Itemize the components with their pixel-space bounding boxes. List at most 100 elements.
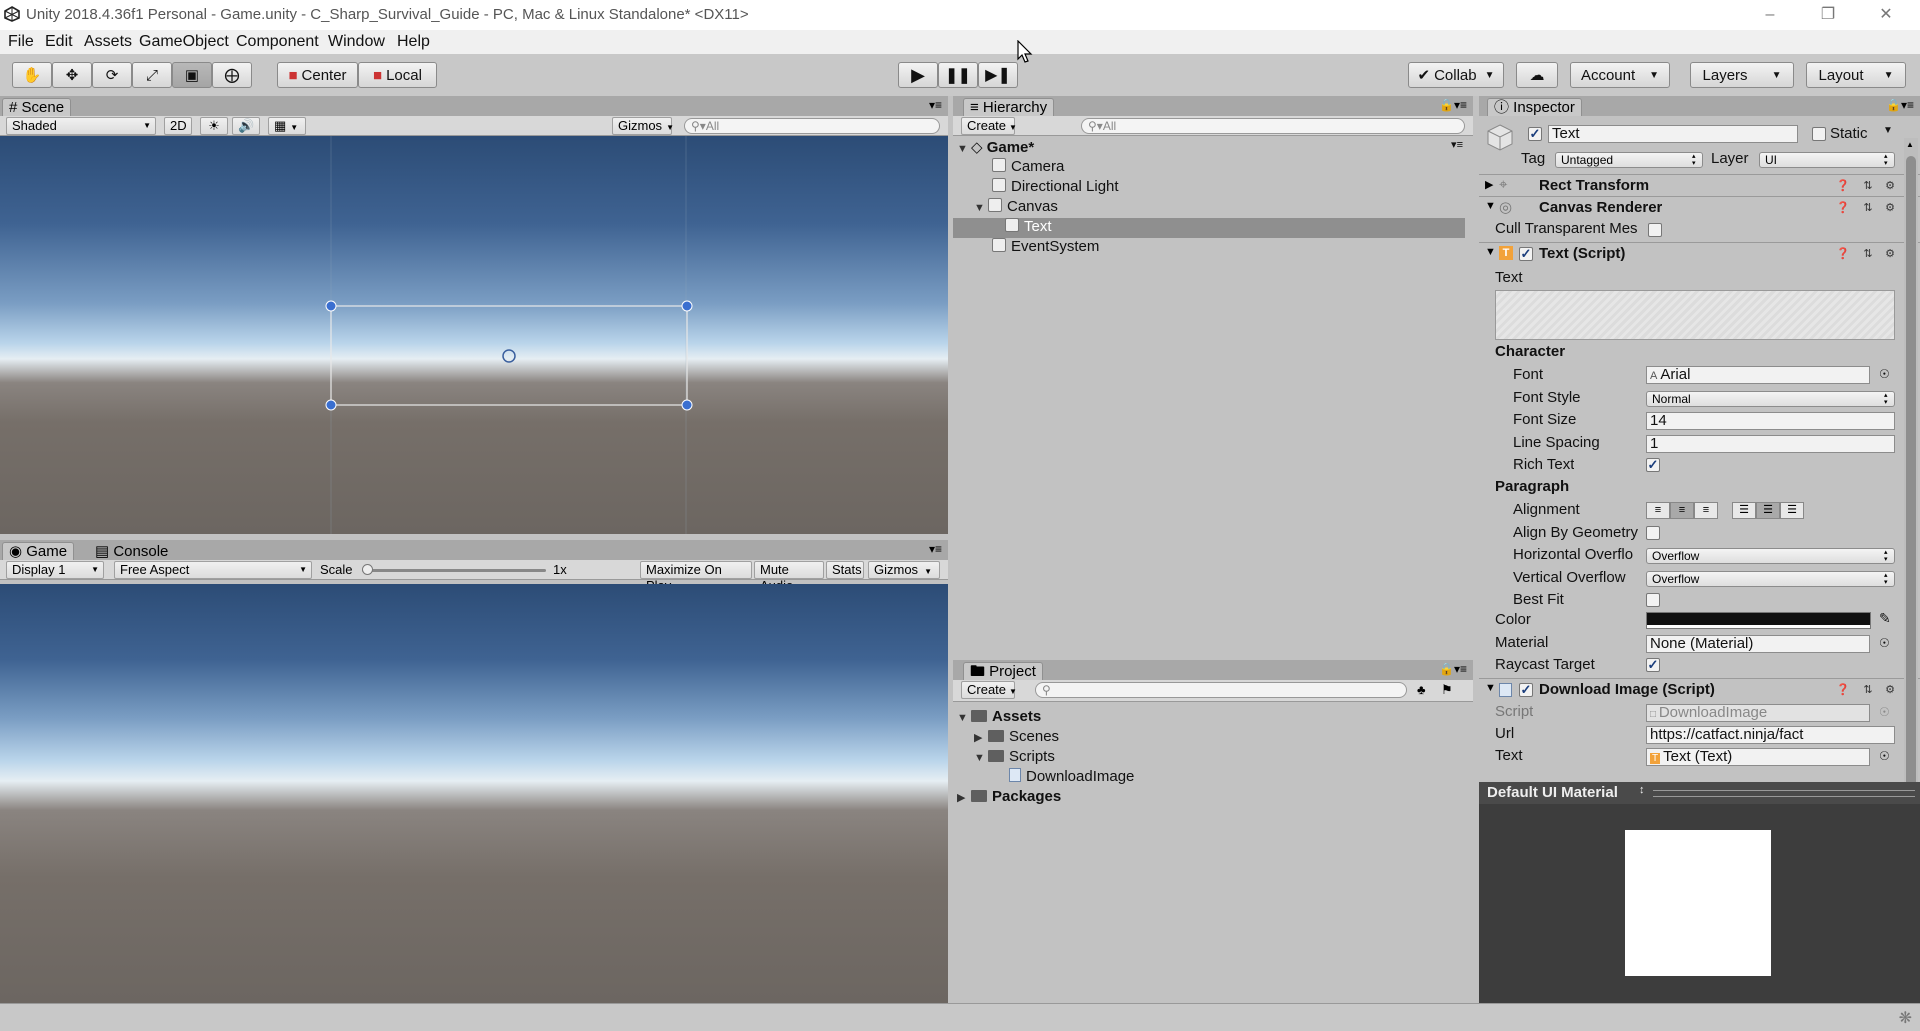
material-preview-header[interactable]: Default UI Material ↕ — [1479, 782, 1920, 804]
object-picker-icon[interactable]: ☉ — [1879, 367, 1890, 381]
object-picker-icon[interactable]: ☉ — [1879, 749, 1890, 763]
hierarchy-item-text-selected[interactable]: Text — [953, 218, 1465, 238]
text-script-header[interactable]: ▼ T ✓ Text (Script) ❓ ⇅ ⚙ — [1479, 242, 1920, 264]
object-name-input[interactable]: Text — [1548, 125, 1798, 143]
material-object-field[interactable]: None (Material) — [1646, 635, 1870, 653]
filter-type-icon[interactable]: ♣ — [1417, 682, 1426, 697]
pause-button[interactable]: ❚❚ — [938, 62, 978, 88]
shading-dropdown[interactable]: Shaded ▼ — [6, 117, 156, 135]
expand-icon[interactable]: ▶ — [1485, 178, 1493, 191]
menu-assets[interactable]: Assets — [84, 33, 132, 51]
expand-icon[interactable]: ▼ — [957, 143, 971, 155]
gear-icon[interactable]: ⚙ — [1883, 179, 1897, 193]
scene-menu-icon[interactable]: ▾≡ — [1451, 138, 1463, 151]
close-icon[interactable]: ✕ — [1875, 4, 1897, 26]
object-picker-icon[interactable]: ☉ — [1879, 636, 1890, 650]
layer-dropdown[interactable]: UI — [1759, 152, 1895, 168]
scrollbar-thumb[interactable] — [1906, 156, 1916, 806]
horizontal-overflow-dropdown[interactable]: Overflow — [1646, 548, 1895, 564]
expand-icon[interactable]: ▼ — [957, 712, 971, 724]
play-button[interactable]: ▶ — [898, 62, 938, 88]
corner-handle[interactable] — [681, 399, 693, 411]
scene-gizmos-dropdown[interactable]: Gizmos ▼ — [612, 117, 674, 135]
stats-toggle[interactable]: Stats — [826, 561, 864, 579]
static-checkbox[interactable] — [1812, 127, 1826, 141]
menu-help[interactable]: Help — [397, 33, 430, 51]
align-center-icon[interactable]: ≡ — [1670, 502, 1694, 519]
project-folder-scripts[interactable]: ▼ Scripts — [957, 748, 1469, 768]
rich-text-checkbox[interactable]: ✓ — [1646, 458, 1660, 472]
layers-dropdown[interactable]: Layers ▼ — [1690, 62, 1794, 88]
tag-dropdown[interactable]: Untagged — [1555, 152, 1703, 168]
raycast-target-checkbox[interactable]: ✓ — [1646, 658, 1660, 672]
font-style-dropdown[interactable]: Normal — [1646, 391, 1895, 407]
vertical-overflow-dropdown[interactable]: Overflow — [1646, 571, 1895, 587]
lighting-toggle[interactable]: ☀ — [200, 117, 228, 135]
restore-icon[interactable]: ❐ — [1817, 4, 1839, 26]
aspect-dropdown[interactable]: Free Aspect ▼ — [114, 561, 312, 579]
effects-dropdown[interactable]: ▦ ▼ — [268, 117, 306, 135]
preview-drag-handle[interactable] — [1653, 790, 1915, 797]
scene-viewport[interactable] — [0, 136, 948, 534]
filter-label-icon[interactable]: ⚑ — [1441, 682, 1453, 698]
gear-icon[interactable]: ⚙ — [1883, 683, 1897, 697]
rotate-tool-button[interactable]: ⟳ — [92, 62, 132, 88]
game-viewport[interactable] — [0, 584, 948, 1003]
tab-console[interactable]: ▤ Console — [88, 542, 176, 560]
font-object-field[interactable]: A Arial — [1646, 366, 1870, 384]
move-tool-button[interactable]: ✥ — [52, 62, 92, 88]
expand-icon[interactable]: ▼ — [974, 752, 988, 764]
text-enabled-checkbox[interactable]: ✓ — [1519, 247, 1533, 261]
step-button[interactable]: ▶❚ — [978, 62, 1018, 88]
minimize-icon[interactable]: – — [1759, 4, 1781, 26]
hierarchy-item-eventsystem[interactable]: EventSystem — [957, 238, 1469, 258]
lock-icon[interactable]: 🔒▾≡ — [1886, 98, 1914, 112]
download-enabled-checkbox[interactable]: ✓ — [1519, 683, 1533, 697]
download-image-header[interactable]: ▼ ✓ Download Image (Script) ❓ ⇅ ⚙ — [1479, 678, 1920, 700]
corner-handle[interactable] — [681, 300, 693, 312]
hand-tool-button[interactable]: ✋ — [12, 62, 52, 88]
panel-menu-icon[interactable]: ▾≡ — [929, 98, 942, 112]
preview-options-icon[interactable]: ↕ — [1639, 784, 1645, 796]
preset-icon[interactable]: ⇅ — [1861, 201, 1875, 215]
tab-inspector[interactable]: ⓘ Inspector — [1487, 98, 1582, 116]
lock-icon[interactable]: 🔒▾≡ — [1439, 662, 1467, 676]
layout-dropdown[interactable]: Layout ▼ — [1806, 62, 1906, 88]
scale-slider-track[interactable] — [362, 564, 546, 575]
panel-menu-icon[interactable]: ▾≡ — [929, 542, 942, 556]
color-swatch[interactable] — [1646, 612, 1871, 629]
menu-gameobject[interactable]: GameObject — [139, 33, 229, 51]
menu-window[interactable]: Window — [328, 33, 385, 51]
rect-transform-header[interactable]: ▶ ⌖ Rect Transform ❓ ⇅ ⚙ — [1479, 174, 1920, 196]
chevron-down-icon[interactable]: ▼ — [1883, 125, 1893, 136]
expand-icon[interactable]: ▶ — [957, 791, 971, 804]
tab-scene[interactable]: # Scene — [2, 98, 72, 116]
eyedropper-icon[interactable]: ✎ — [1879, 610, 1891, 627]
display-dropdown[interactable]: Display 1 ▼ — [6, 561, 104, 579]
menu-file[interactable]: File — [8, 33, 34, 51]
mute-audio-toggle[interactable]: Mute Audio — [754, 561, 824, 593]
pivot-local-button[interactable]: ■ Local — [358, 62, 437, 88]
2d-toggle[interactable]: 2D — [164, 117, 192, 135]
rect-tool-button[interactable]: ▣ — [172, 62, 212, 88]
account-dropdown[interactable]: Account ▼ — [1570, 62, 1670, 88]
project-folder-assets[interactable]: ▼ Assets — [957, 708, 1469, 728]
expand-icon[interactable]: ▼ — [974, 202, 988, 214]
game-gizmos-dropdown[interactable]: Gizmos ▼ — [868, 561, 940, 579]
best-fit-checkbox[interactable] — [1646, 593, 1660, 607]
scroll-up-icon[interactable]: ▲ — [1906, 140, 1914, 149]
active-checkbox[interactable]: ✓ — [1528, 127, 1542, 141]
hierarchy-item-camera[interactable]: Camera — [957, 158, 1469, 178]
align-bottom-icon[interactable]: ☰ — [1780, 502, 1804, 519]
help-icon[interactable]: ❓ — [1836, 201, 1850, 215]
expand-icon[interactable]: ▶ — [974, 731, 988, 744]
corner-handle[interactable] — [325, 300, 337, 312]
preset-icon[interactable]: ⇅ — [1861, 247, 1875, 261]
align-top-icon[interactable]: ☰ — [1732, 502, 1756, 519]
scene-search-input[interactable]: ⚲▾All — [684, 118, 940, 134]
pivot-handle[interactable] — [502, 349, 516, 363]
hierarchy-item-directional-light[interactable]: Directional Light — [957, 178, 1469, 198]
corner-handle[interactable] — [325, 399, 337, 411]
cloud-button[interactable]: ☁ — [1516, 62, 1558, 88]
collab-dropdown[interactable]: ✔ Collab ▼ — [1408, 62, 1504, 88]
